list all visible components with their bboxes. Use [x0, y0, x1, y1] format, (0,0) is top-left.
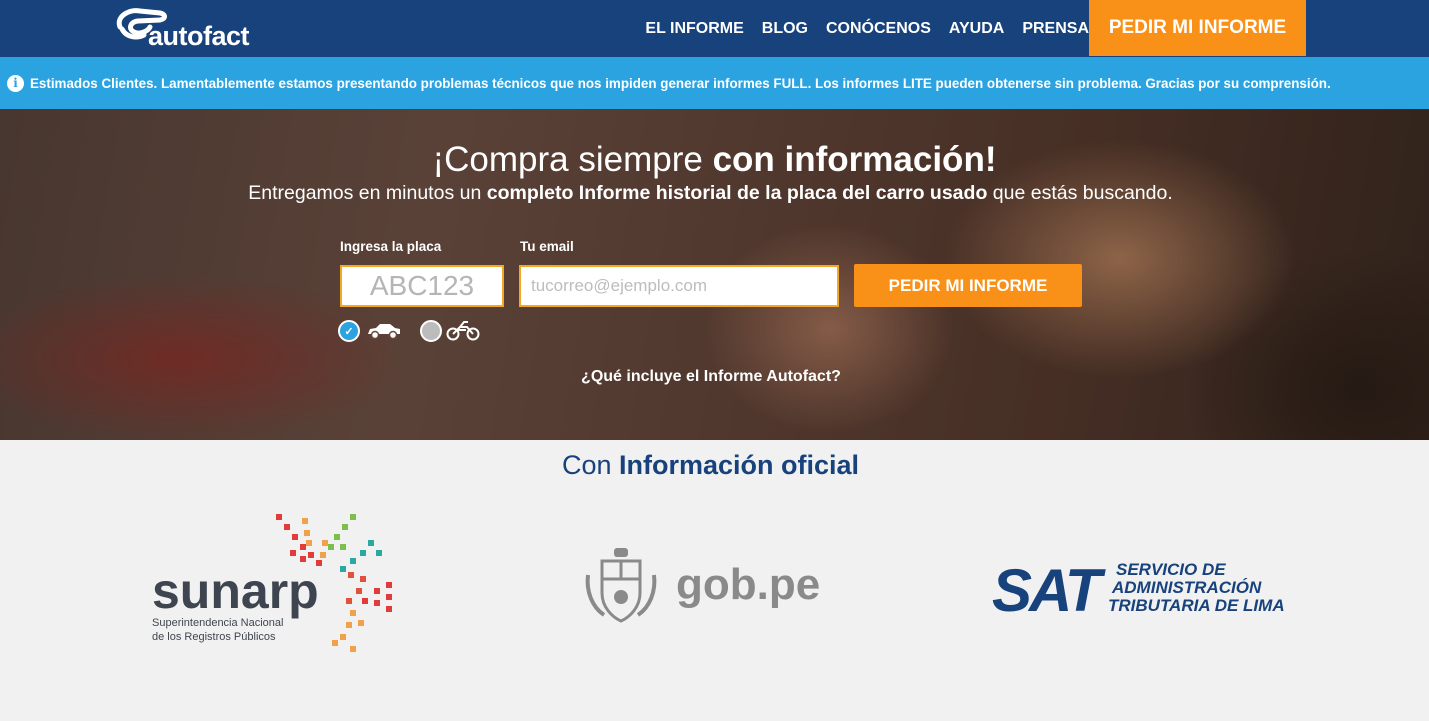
hero-section: ¡Compra siempre con información! Entrega… — [0, 109, 1429, 440]
brand-name: autofact — [148, 21, 250, 51]
sunarp-line2: de los Registros Públicos — [152, 631, 276, 643]
email-label: Tu email — [520, 239, 574, 254]
nav-ayuda[interactable]: AYUDA — [949, 20, 1004, 38]
hero-title: ¡Compra siempre con información! — [432, 140, 997, 179]
plate-label: Ingresa la placa — [340, 239, 442, 254]
order-report-button[interactable]: PEDIR MI INFORME — [854, 264, 1082, 307]
header-order-report-button[interactable]: PEDIR MI INFORME — [1089, 0, 1306, 56]
sat-logo: SAT SERVICIO DE ADMINISTRACIÓN TRIBUTARI… — [990, 555, 1290, 620]
alert-message: Estimados Clientes. Lamentablemente esta… — [30, 75, 1331, 91]
sunarp-burst-icon: sunarp Superintendencia Nacional de los … — [152, 514, 392, 652]
nav-prensa[interactable]: PRENSA — [1022, 20, 1089, 38]
email-input[interactable] — [519, 265, 839, 307]
gob-pe-logo: gob.pe — [584, 545, 844, 625]
car-icon[interactable] — [366, 321, 402, 341]
alert-banner: i Estimados Clientes. Lamentablemente es… — [0, 57, 1429, 109]
site-header: autofact EL INFORME BLOG CONÓCENOS AYUDA… — [0, 0, 1429, 57]
svg-text:TRIBUTARIA DE LIMA: TRIBUTARIA DE LIMA — [1108, 596, 1285, 615]
nav-el-informe[interactable]: EL INFORME — [645, 20, 743, 38]
nav-blog[interactable]: BLOG — [762, 20, 808, 38]
info-icon: i — [7, 74, 24, 92]
sunarp-logo: sunarp Superintendencia Nacional de los … — [150, 510, 420, 660]
main-nav: EL INFORME BLOG CONÓCENOS AYUDA PRENSA — [627, 0, 1089, 57]
gob-pe-wordmark: gob.pe — [676, 560, 820, 609]
report-contents-link[interactable]: ¿Qué incluye el Informe Autofact? — [0, 368, 1422, 386]
hero-subtitle: Entregamos en minutos un completo Inform… — [248, 182, 1173, 204]
motorcycle-icon[interactable] — [446, 320, 480, 342]
check-icon: ✓ — [344, 325, 354, 338]
svg-text:ADMINISTRACIÓN: ADMINISTRACIÓN — [1111, 578, 1262, 597]
svg-text:SAT: SAT — [992, 557, 1106, 620]
car-radio[interactable]: ✓ — [338, 320, 360, 342]
plate-input[interactable] — [340, 265, 504, 307]
svg-text:SERVICIO DE: SERVICIO DE — [1116, 560, 1226, 579]
sunarp-line1: Superintendencia Nacional — [152, 617, 283, 629]
sat-mark: SAT SERVICIO DE ADMINISTRACIÓN TRIBUTARI… — [992, 557, 1285, 620]
sunarp-wordmark: sunarp — [152, 563, 319, 619]
nav-conocenos[interactable]: CONÓCENOS — [826, 20, 931, 38]
official-section-title: Con Información oficial — [561, 450, 860, 480]
autofact-logo[interactable]: autofact — [114, 5, 266, 51]
motorcycle-radio[interactable] — [420, 320, 442, 342]
peru-coat-of-arms-icon: gob.pe — [585, 548, 820, 623]
